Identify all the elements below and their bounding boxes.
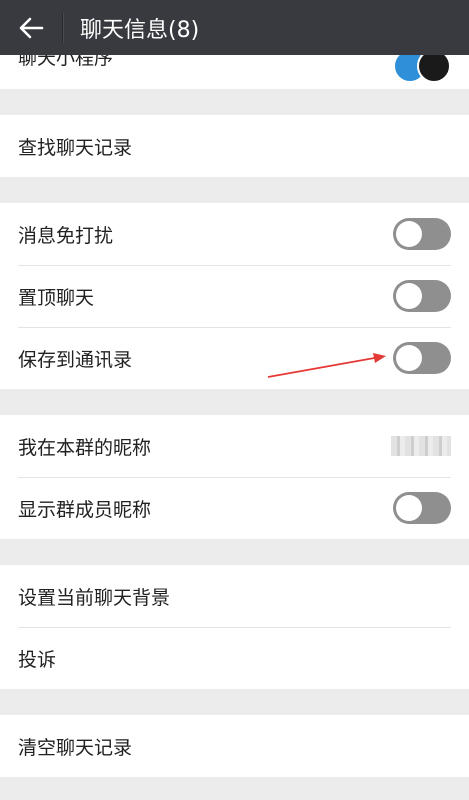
group-chat-options: 消息免打扰 置顶聊天 保存到通讯录 — [0, 203, 469, 389]
toggle-knob — [396, 345, 422, 371]
mute-toggle[interactable] — [393, 218, 451, 250]
section-gap — [0, 177, 469, 203]
nickname-value-blurred — [391, 436, 451, 456]
section-gap — [0, 539, 469, 565]
mute-label: 消息免打扰 — [18, 224, 114, 247]
clear-history-label: 清空聊天记录 — [18, 736, 133, 759]
section-gap — [0, 389, 469, 415]
top-bar: 聊天信息(8) — [0, 0, 469, 55]
show-nicknames-toggle[interactable] — [393, 492, 451, 524]
avatar — [417, 55, 451, 83]
search-history-label: 查找聊天记录 — [18, 136, 133, 159]
mini-program-row[interactable]: 聊天小程序 — [0, 55, 469, 89]
mute-row[interactable]: 消息免打扰 — [0, 203, 469, 265]
mini-program-label: 聊天小程序 — [18, 55, 114, 69]
my-nickname-label: 我在本群的昵称 — [18, 436, 152, 459]
section-gap — [0, 89, 469, 115]
group-misc: 设置当前聊天背景 投诉 — [0, 565, 469, 689]
search-history-row[interactable]: 查找聊天记录 — [0, 115, 469, 177]
pin-toggle[interactable] — [393, 280, 451, 312]
chat-background-row[interactable]: 设置当前聊天背景 — [0, 565, 469, 627]
settings-list: 聊天小程序 查找聊天记录 消息免打扰 置顶聊天 保存到通讯录 我在本群的昵称 显… — [0, 55, 469, 777]
mini-program-avatars — [393, 55, 451, 83]
save-contacts-label: 保存到通讯录 — [18, 348, 133, 371]
show-nicknames-label: 显示群成员昵称 — [18, 498, 152, 521]
pin-label: 置顶聊天 — [18, 286, 95, 309]
toggle-knob — [396, 283, 422, 309]
back-button[interactable] — [0, 0, 62, 55]
group-search: 查找聊天记录 — [0, 115, 469, 177]
group-clear: 清空聊天记录 — [0, 715, 469, 777]
header-divider — [62, 12, 64, 43]
show-nicknames-row[interactable]: 显示群成员昵称 — [0, 477, 469, 539]
toggle-knob — [396, 495, 422, 521]
clear-history-row[interactable]: 清空聊天记录 — [0, 715, 469, 777]
toggle-knob — [396, 221, 422, 247]
my-nickname-row[interactable]: 我在本群的昵称 — [0, 415, 469, 477]
report-row[interactable]: 投诉 — [0, 627, 469, 689]
group-mini-program: 聊天小程序 — [0, 55, 469, 89]
section-gap — [0, 689, 469, 715]
chat-background-label: 设置当前聊天背景 — [18, 586, 171, 609]
pin-row[interactable]: 置顶聊天 — [0, 265, 469, 327]
back-arrow-icon — [19, 17, 44, 38]
save-contacts-toggle[interactable] — [393, 342, 451, 374]
group-nickname: 我在本群的昵称 显示群成员昵称 — [0, 415, 469, 539]
page-title: 聊天信息(8) — [80, 17, 200, 43]
report-label: 投诉 — [18, 648, 57, 671]
save-contacts-row[interactable]: 保存到通讯录 — [0, 327, 469, 389]
